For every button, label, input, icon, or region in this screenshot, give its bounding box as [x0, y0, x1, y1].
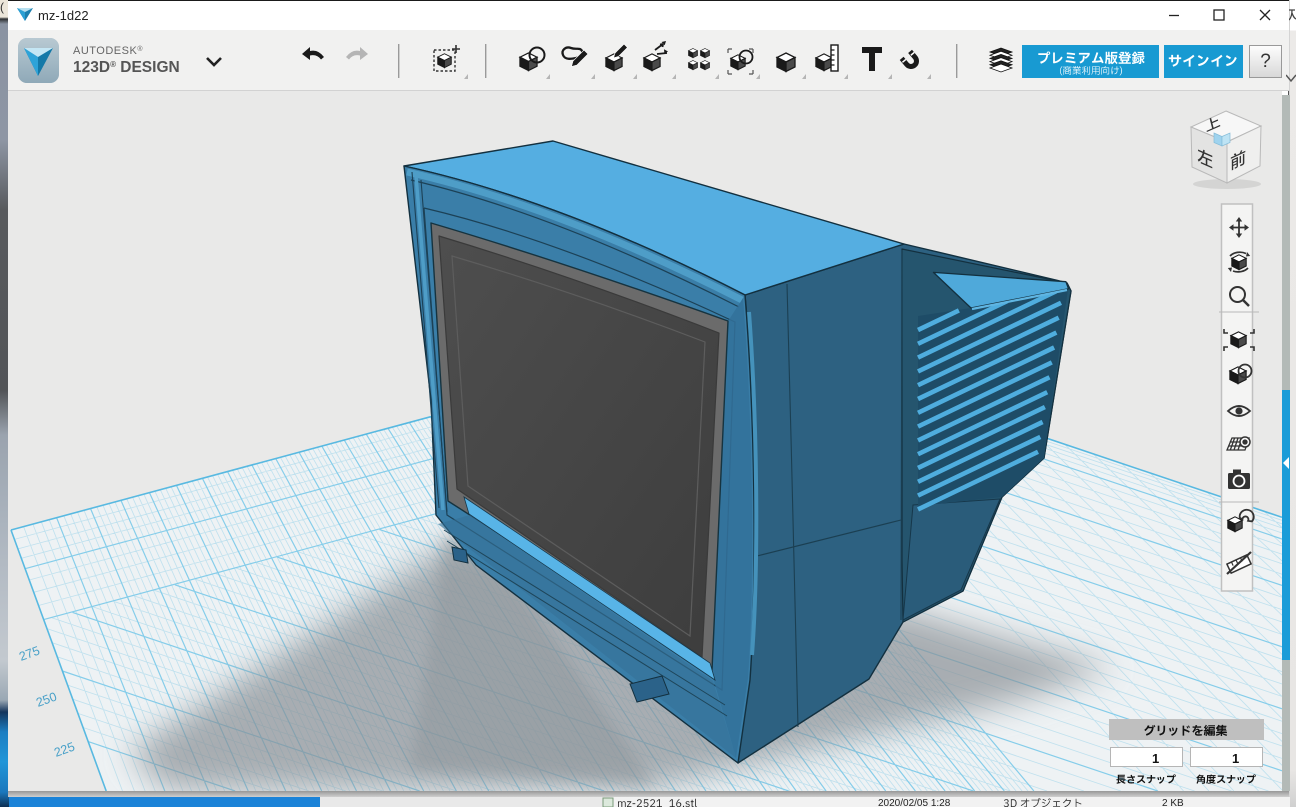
svg-text:1: 1 [1232, 751, 1239, 766]
svg-text:1: 1 [1152, 751, 1159, 766]
